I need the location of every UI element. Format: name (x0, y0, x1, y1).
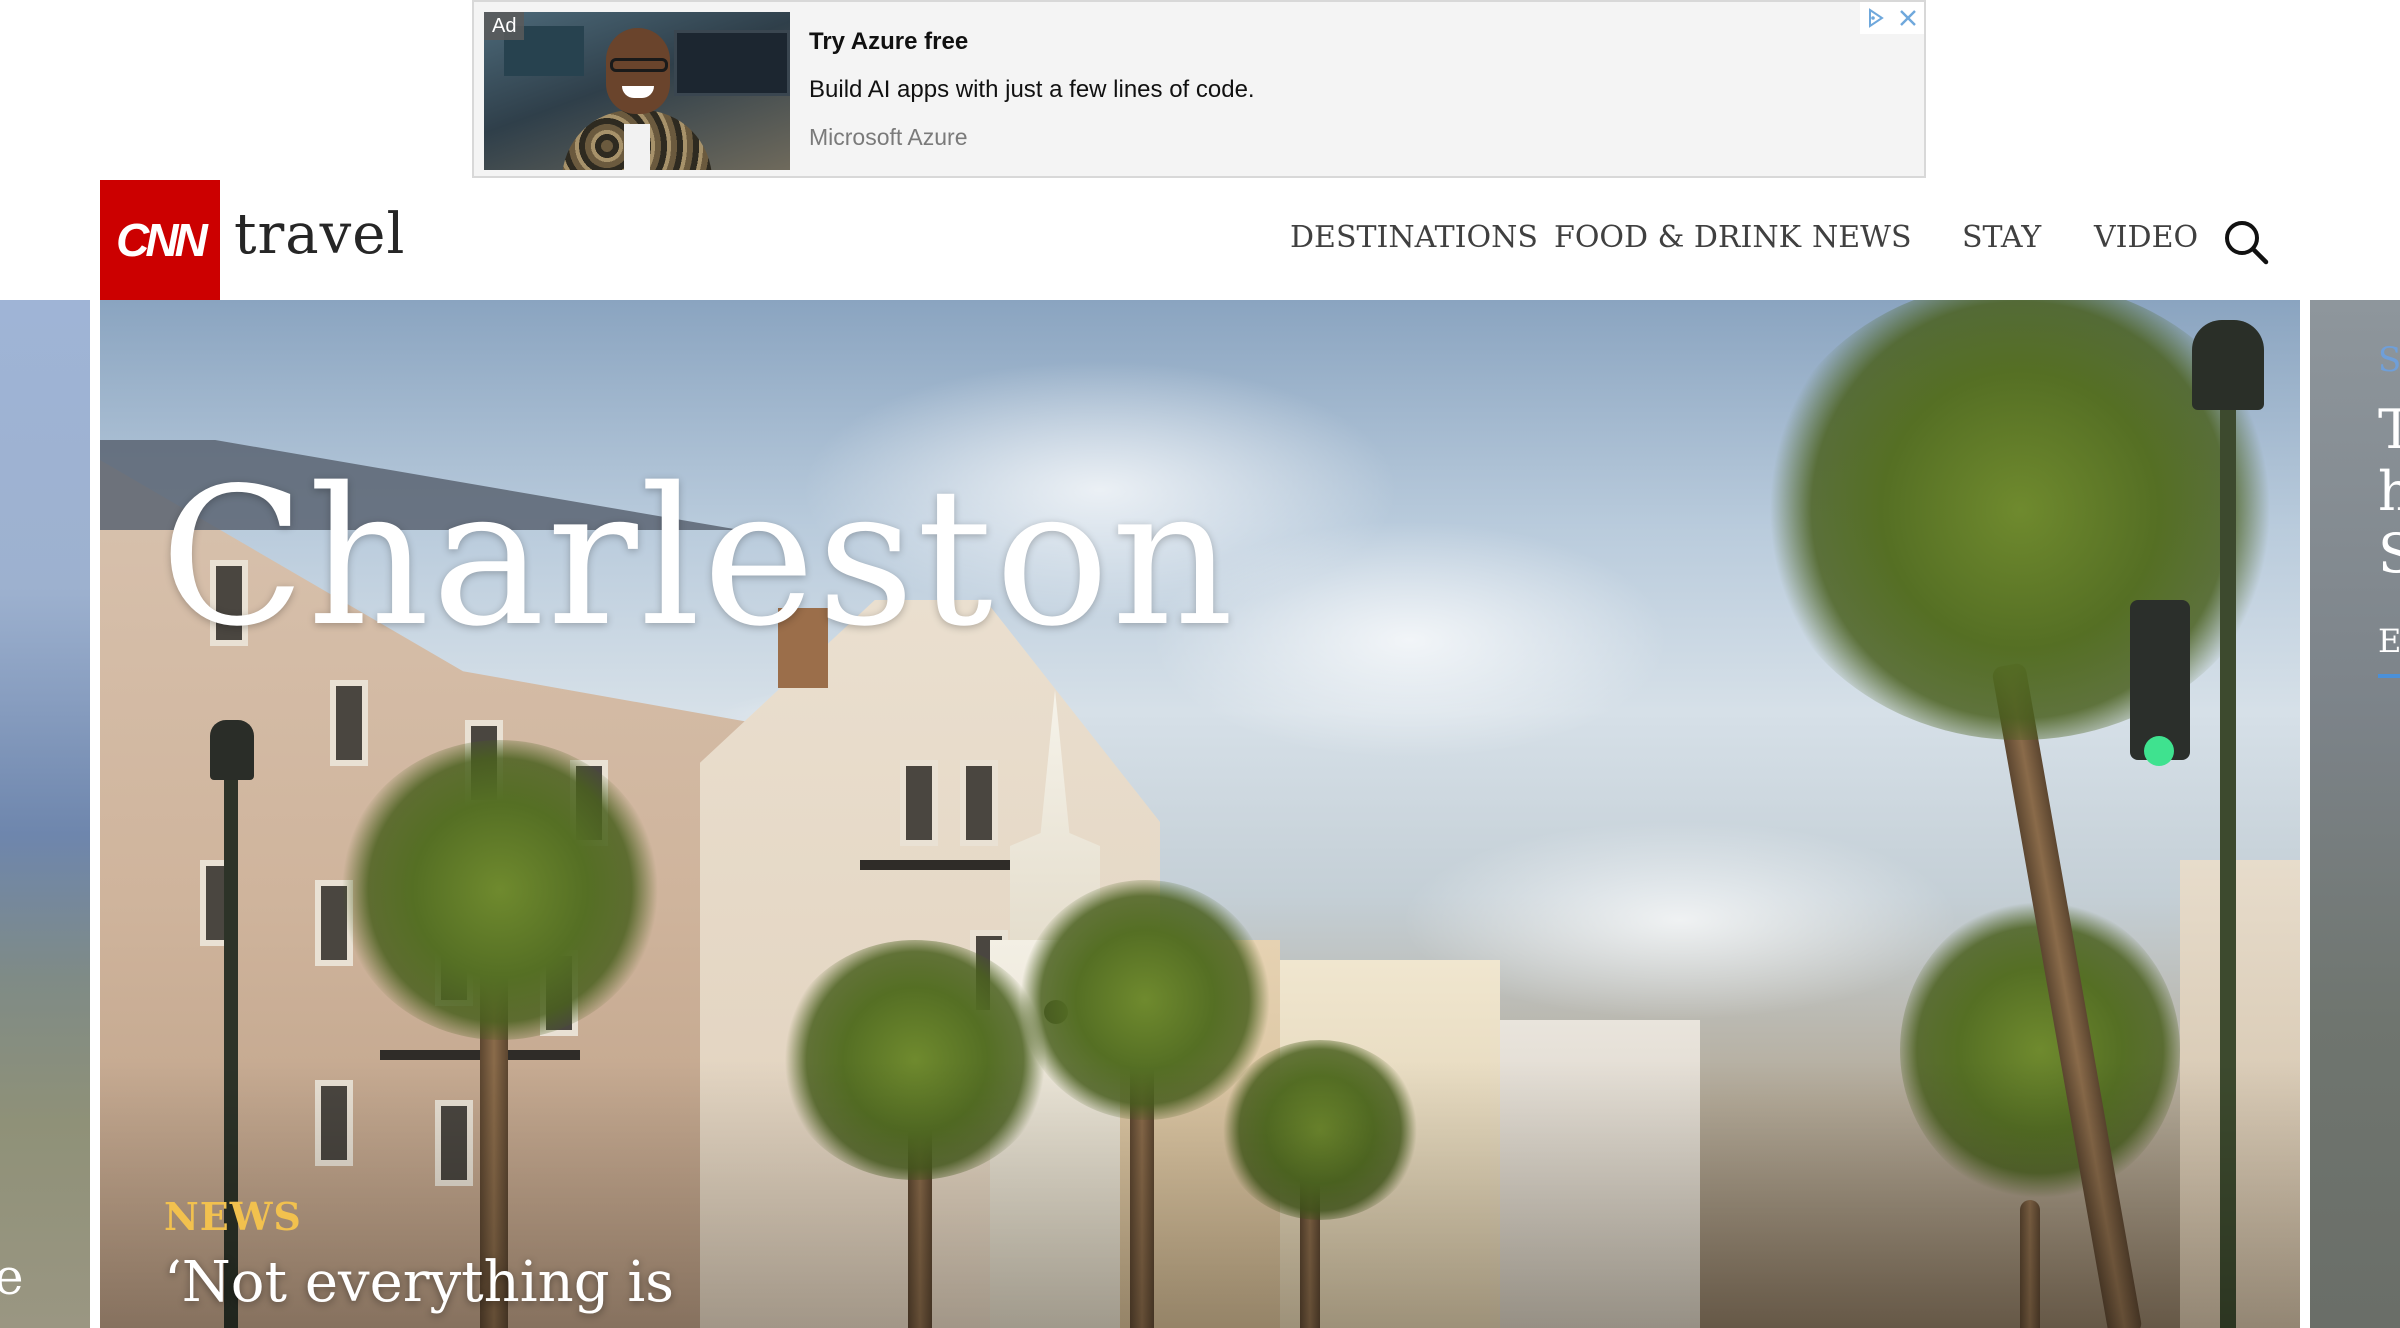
next-slide-headline-line: h (2378, 460, 2400, 523)
nav-destinations[interactable]: DESTINATIONS (1290, 220, 1538, 255)
cnn-logo[interactable]: CNN (100, 180, 220, 300)
carousel-previous-slide[interactable]: e (0, 300, 90, 1328)
nav-news[interactable]: NEWS (1812, 220, 1912, 255)
carousel-next-slide[interactable]: S T h S E (2310, 300, 2400, 1328)
hero-kicker[interactable]: NEWS (164, 1194, 302, 1239)
adchoices-icon[interactable] (1860, 2, 1892, 34)
ad-badge: Ad (484, 12, 525, 40)
search-icon[interactable] (2222, 218, 2270, 266)
nav-stay[interactable]: STAY (1962, 220, 2041, 255)
next-slide-headline-line: S (2378, 522, 2400, 585)
ad-advertiser[interactable]: Microsoft Azure (809, 124, 968, 151)
previous-slide-text: e (0, 1248, 24, 1306)
ad-image[interactable] (484, 12, 790, 170)
close-icon[interactable] (1892, 2, 1924, 34)
ad-headline[interactable]: Try Azure free (809, 28, 968, 56)
nav-food-drink[interactable]: FOOD & DRINK (1554, 220, 1801, 255)
site-header: CNN travel DESTINATIONS FOOD & DRINK NEW… (0, 180, 2400, 300)
nav-video[interactable]: VIDEO (2094, 220, 2198, 255)
ad-body-text[interactable]: Build AI apps with just a few lines of c… (809, 76, 1255, 104)
logo-text: CNN (116, 214, 208, 266)
hero-headline[interactable]: ‘Not everything is (164, 1250, 674, 1315)
next-slide-headline-line: T (2378, 398, 2400, 461)
next-slide-link-text: E (2378, 622, 2400, 660)
ad-banner[interactable]: Ad Try Azure free Build AI apps with jus… (472, 0, 1926, 178)
section-title[interactable]: travel (234, 202, 405, 267)
hero-title: Charleston (160, 447, 1236, 669)
next-slide-kicker: S (2378, 340, 2400, 380)
next-slide-link-underline (2378, 674, 2400, 678)
hero-slide[interactable]: Charleston NEWS ‘Not everything is (100, 300, 2300, 1328)
